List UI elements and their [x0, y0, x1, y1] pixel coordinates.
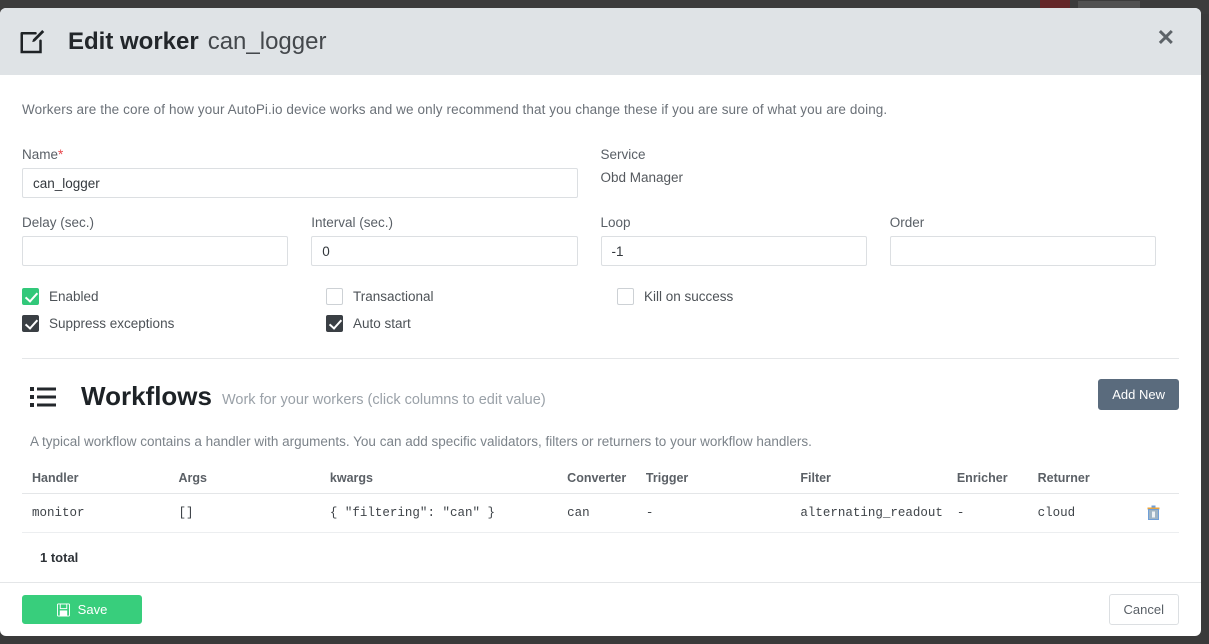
workflows-title: Workflows — [81, 381, 212, 411]
save-disk-icon — [56, 603, 70, 616]
checkbox-enabled-box[interactable] — [22, 288, 39, 305]
column-header-converter[interactable]: Converter — [567, 471, 646, 494]
modal-footer: Save Cancel — [0, 582, 1201, 636]
table-header-row: Handler Args kwargs Converter Trigger Fi… — [22, 471, 1179, 494]
checkbox-transactional-label: Transactional — [353, 289, 434, 304]
checkbox-row-2: Suppress exceptions Auto start — [22, 315, 1179, 332]
workflows-table-body: monitor [] { "filtering": "can" } can - … — [22, 493, 1179, 533]
service-label: Service — [600, 147, 646, 162]
checkbox-auto-start-box[interactable] — [326, 315, 343, 332]
intro-text: Workers are the core of how your AutoPi.… — [22, 102, 888, 117]
cell-trigger[interactable]: - — [645, 493, 801, 533]
workflows-description: A typical workflow contains a handler wi… — [30, 434, 812, 449]
add-new-button[interactable]: Add New — [1098, 379, 1179, 410]
checkbox-transactional-box[interactable] — [326, 288, 343, 305]
name-label-text: Name — [22, 147, 59, 162]
loop-label: Loop — [600, 215, 631, 230]
list-icon — [30, 386, 56, 407]
close-icon[interactable]: ✕ — [1151, 23, 1181, 53]
total-count: 1 total — [40, 550, 79, 565]
checkbox-enabled-label: Enabled — [49, 289, 99, 304]
modal-title-worker-name: can_logger — [207, 27, 327, 55]
checkbox-enabled[interactable]: Enabled — [22, 288, 326, 305]
checkbox-auto-start[interactable]: Auto start — [326, 315, 617, 332]
name-field-group: Name* — [22, 147, 601, 198]
required-asterisk: * — [58, 147, 64, 162]
column-header-actions — [1128, 471, 1179, 494]
cancel-button[interactable]: Cancel — [1108, 594, 1179, 625]
table-row: monitor [] { "filtering": "can" } can - … — [22, 493, 1179, 533]
interval-field-group: Interval (sec.) — [311, 215, 600, 266]
checkbox-row-1: Enabled Transactional Kill on success — [22, 288, 1179, 305]
checkbox-transactional[interactable]: Transactional — [326, 288, 617, 305]
cell-converter[interactable]: can — [567, 493, 646, 533]
column-header-args[interactable]: Args — [178, 471, 330, 494]
name-label: Name* — [22, 147, 578, 162]
service-field-group: Service Obd Manager — [601, 147, 1180, 198]
order-label: Order — [889, 215, 925, 230]
checkbox-suppress-exceptions-label: Suppress exceptions — [49, 316, 175, 331]
workflows-header: Workflows Work for your workers (click c… — [22, 359, 1179, 412]
edit-worker-modal: Edit worker can_logger ✕ Workers are the… — [0, 8, 1201, 636]
column-header-returner[interactable]: Returner — [1037, 471, 1129, 494]
workflows-subtitle: Work for your workers (click columns to … — [221, 391, 546, 408]
workflows-table-head: Handler Args kwargs Converter Trigger Fi… — [22, 471, 1179, 494]
order-input[interactable] — [889, 236, 1156, 266]
checkbox-kill-on-success-box[interactable] — [617, 288, 634, 305]
trash-icon[interactable] — [1147, 505, 1160, 520]
checkbox-suppress-exceptions[interactable]: Suppress exceptions — [22, 315, 326, 332]
modal-body: Workers are the core of how your AutoPi.… — [0, 75, 1201, 565]
cell-enricher[interactable]: - — [956, 493, 1038, 533]
cell-filter[interactable]: alternating_readout — [800, 493, 957, 533]
name-input[interactable] — [22, 168, 578, 198]
form-row-1: Name* Service Obd Manager — [22, 147, 1179, 198]
page-title: Edit worker can_logger — [68, 28, 326, 56]
modal-header: Edit worker can_logger ✕ — [0, 8, 1201, 75]
save-button[interactable]: Save — [22, 595, 142, 624]
checkbox-kill-on-success-label: Kill on success — [644, 289, 734, 304]
cell-returner[interactable]: cloud — [1037, 493, 1129, 533]
delay-input[interactable] — [22, 236, 289, 266]
column-header-trigger[interactable]: Trigger — [645, 471, 801, 494]
modal-title-strong: Edit worker — [68, 27, 199, 55]
loop-input[interactable] — [600, 236, 867, 266]
workflows-table: Handler Args kwargs Converter Trigger Fi… — [22, 471, 1179, 533]
service-value: Obd Manager — [600, 170, 684, 185]
cell-args[interactable]: [] — [178, 493, 330, 533]
checkbox-suppress-exceptions-box[interactable] — [22, 315, 39, 332]
interval-input[interactable] — [311, 236, 578, 266]
cell-actions[interactable] — [1128, 493, 1179, 533]
column-header-handler[interactable]: Handler — [22, 471, 179, 494]
column-header-kwargs[interactable]: kwargs — [329, 471, 568, 494]
form-row-2: Delay (sec.) Interval (sec.) Loop Order — [22, 215, 1179, 266]
interval-label: Interval (sec.) — [311, 215, 394, 230]
order-field-group: Order — [889, 215, 1179, 266]
edit-pencil-square-icon — [20, 29, 45, 53]
loop-field-group: Loop — [600, 215, 890, 266]
checkbox-auto-start-label: Auto start — [353, 316, 411, 331]
worker-form: Name* Service Obd Manager Delay (sec.) I… — [22, 147, 1179, 332]
cell-handler[interactable]: monitor — [22, 493, 179, 533]
delay-label: Delay (sec.) — [22, 215, 95, 230]
save-button-label: Save — [77, 602, 108, 617]
checkbox-kill-on-success[interactable]: Kill on success — [617, 288, 908, 305]
column-header-enricher[interactable]: Enricher — [956, 471, 1038, 494]
cell-kwargs[interactable]: { "filtering": "can" } — [329, 493, 568, 533]
column-header-filter[interactable]: Filter — [800, 471, 957, 494]
delay-field-group: Delay (sec.) — [22, 215, 311, 266]
